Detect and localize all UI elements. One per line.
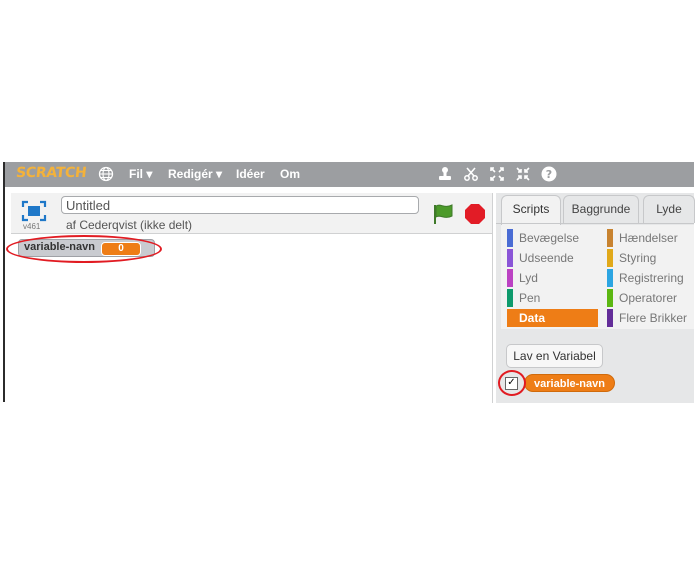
grow-icon[interactable]: [489, 166, 505, 182]
category-label: Styring: [619, 251, 657, 265]
highlight-checkbox-circle: [498, 370, 526, 396]
category-label: Udseende: [519, 251, 574, 265]
category-color-bar: [507, 229, 513, 247]
category-motion[interactable]: Bevægelse: [507, 229, 597, 247]
category-color-bar: [507, 289, 513, 307]
menu-file[interactable]: Fil ▾: [129, 167, 152, 181]
tab-backdrops[interactable]: Baggrunde: [563, 195, 639, 223]
category-color-bar: [507, 309, 513, 327]
category-sensing[interactable]: Registrering: [607, 269, 693, 287]
menu-tips[interactable]: Idéer: [236, 167, 265, 181]
project-title-input[interactable]: Untitled: [61, 196, 419, 214]
category-more-blocks[interactable]: Flere Brikker: [607, 309, 694, 327]
tab-scripts[interactable]: Scripts: [501, 195, 561, 225]
category-label: Lyd: [519, 271, 538, 285]
category-label: Bevægelse: [519, 231, 580, 245]
category-color-bar: [607, 249, 613, 267]
globe-icon[interactable]: [98, 166, 114, 182]
stop-sign-icon[interactable]: [464, 203, 486, 225]
make-variable-button[interactable]: Lav en Variabel: [506, 344, 603, 368]
stage-header: v461 Untitled af Cederqvist (ikke delt): [11, 193, 492, 234]
category-label: Flere Brikker: [619, 311, 688, 325]
tab-sounds[interactable]: Lyde: [643, 195, 695, 223]
category-operators[interactable]: Operatorer: [607, 289, 693, 307]
project-byline: af Cederqvist (ikke delt): [66, 218, 193, 232]
category-color-bar: [607, 309, 613, 327]
category-sound[interactable]: Lyd: [507, 269, 597, 287]
shrink-icon[interactable]: [515, 166, 531, 182]
category-label: Operatorer: [619, 291, 678, 305]
highlight-monitor-ellipse: [6, 235, 162, 263]
menu-bar: SCRATCH Fil ▾ Redigér ▾ Idéer Om ?: [4, 162, 694, 187]
category-color-bar: [607, 269, 613, 287]
category-control[interactable]: Styring: [607, 249, 693, 267]
help-icon[interactable]: ?: [541, 166, 557, 182]
category-label: Hændelser: [619, 231, 678, 245]
fullscreen-stage-icon[interactable]: [21, 200, 47, 222]
cut-scissors-icon[interactable]: [463, 166, 479, 182]
tab-divider: [496, 223, 694, 224]
version-label: v461: [23, 222, 41, 231]
window-edge: [3, 162, 5, 402]
stage-panel: v461 Untitled af Cederqvist (ikke delt) …: [11, 193, 493, 403]
menu-edit[interactable]: Redigér ▾: [168, 167, 222, 181]
category-looks[interactable]: Udseende: [507, 249, 597, 267]
category-data[interactable]: Data: [507, 309, 598, 327]
category-label: Registrering: [619, 271, 684, 285]
duplicate-stamp-icon[interactable]: [437, 166, 453, 182]
category-label: Pen: [519, 291, 541, 305]
scratch-logo[interactable]: SCRATCH: [15, 165, 87, 181]
menu-about[interactable]: Om: [280, 167, 300, 181]
category-events[interactable]: Hændelser: [607, 229, 693, 247]
category-pen[interactable]: Pen: [507, 289, 597, 307]
category-color-bar: [507, 269, 513, 287]
category-list: Bevægelse Hændelser Udseende Styring Lyd…: [501, 225, 694, 329]
green-flag-icon[interactable]: [432, 203, 454, 225]
category-color-bar: [607, 289, 613, 307]
category-color-bar: [607, 229, 613, 247]
category-label: Data: [519, 311, 546, 325]
variable-reporter-block[interactable]: variable-navn: [524, 374, 615, 392]
svg-text:?: ?: [546, 168, 552, 181]
block-palette-panel: Scripts Baggrunde Lyde Bevægelse Hændels…: [496, 193, 695, 403]
category-color-bar: [507, 249, 513, 267]
